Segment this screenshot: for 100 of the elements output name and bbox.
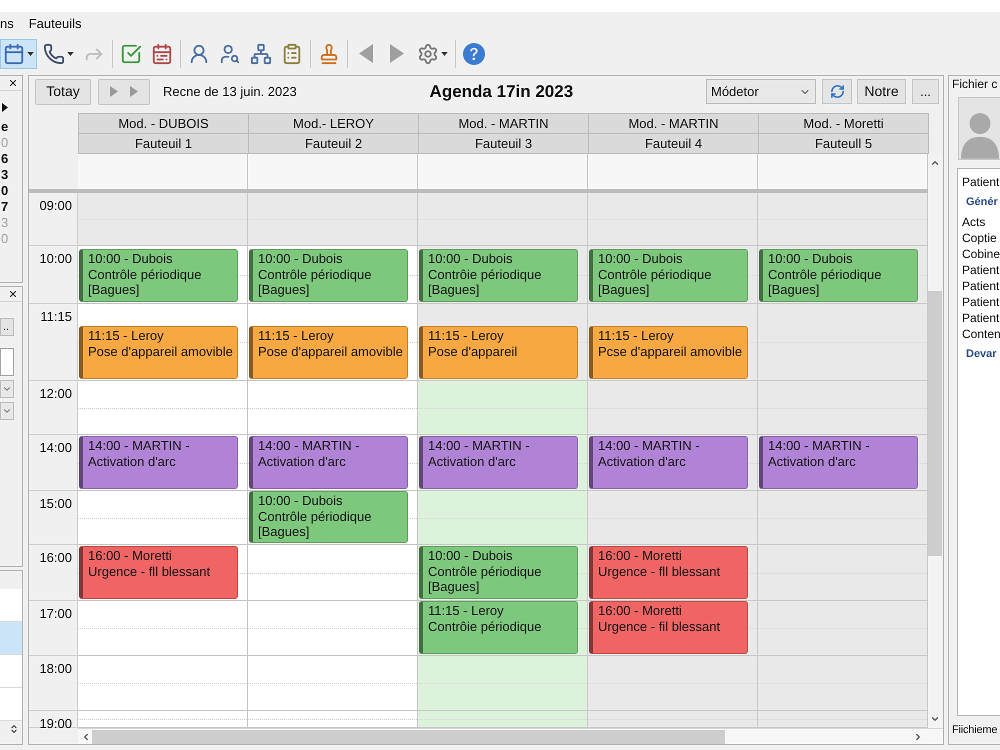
calendar-day[interactable]: 7 [0, 199, 22, 215]
today-button[interactable]: Totay [35, 78, 91, 104]
network-icon [250, 42, 272, 64]
appointment-card[interactable]: 10:00 - Dubois Contrôle périodique [Bagues] [589, 249, 748, 302]
appointment-card[interactable]: 14:00 - MARTIN - Activation d'arc [79, 436, 238, 489]
list-item[interactable]: Coptie [962, 230, 1000, 246]
scroll-left-icon [81, 732, 91, 742]
appointment-card[interactable]: 16:00 - Moretti Urgence - fll blessant [79, 546, 238, 599]
appointment-card[interactable]: 11:15 - Leroy Pose d'appareil [419, 326, 578, 379]
person-search-icon [219, 42, 241, 64]
menu-item[interactable]: Fauteuils [28, 15, 82, 33]
list-item[interactable]: Conten [962, 326, 1000, 342]
panel-title: Fichier c [951, 76, 998, 92]
practitioner-header: Mod. - MARTIN [419, 114, 589, 134]
horizontal-scrollbar[interactable] [78, 728, 943, 744]
note-button[interactable]: Notre [857, 79, 906, 104]
close-button[interactable] [8, 289, 18, 299]
close-icon [8, 289, 18, 299]
list-item[interactable]: Cobine [962, 246, 1000, 262]
left-triangle-icon [359, 44, 373, 63]
practitioner-header: Mod. - MARTIN [589, 114, 759, 134]
appointment-card[interactable]: 10:00 - Dubois Contrôie périodique [Bagues] [419, 249, 578, 302]
navigation-button[interactable] [98, 78, 150, 104]
more-button[interactable]: .. [0, 318, 14, 336]
toolbar-button[interactable] [0, 38, 37, 68]
up-down-arrows-icon[interactable] [9, 722, 19, 736]
appointment-card[interactable]: 10:00 - Dubois Contrôle périodique [Bagues] [759, 249, 918, 302]
list-item[interactable]: Patient [962, 278, 1000, 294]
list-heading[interactable]: Génér [962, 190, 1000, 214]
scroll-up-icon [930, 158, 940, 168]
list-item[interactable]: Patient [962, 174, 1000, 190]
appointment-card[interactable]: 14:00 - MARTIN - Activation d'arc [419, 436, 578, 489]
time-label: 10:00 [39, 251, 72, 266]
right-triangle-icon [2, 102, 8, 112]
caret-icon [67, 52, 74, 56]
appointment-card[interactable]: 10:00 - Dubois Contrôle périodique [Bagues] [79, 249, 238, 302]
view-select[interactable]: Módetor [706, 79, 816, 104]
scrollbar-thumb[interactable] [92, 730, 725, 744]
settings-icon [417, 42, 439, 64]
time-label: 11:15 [40, 309, 72, 324]
stamp-icon [318, 42, 340, 64]
scrollbar-thumb[interactable] [928, 291, 942, 556]
agenda-title: Agenda 17in 2023 [428, 80, 574, 103]
list-item[interactable]: Patient [962, 310, 1000, 326]
practitioner-header: Mod. - DUBOIS [79, 114, 249, 134]
menu-item[interactable]: ns [0, 15, 14, 33]
appointment-card[interactable]: 14:00 - MARTIN - Activation d'arc [759, 436, 918, 489]
calendar-day[interactable]: 0 [0, 183, 22, 199]
time-label: 17:00 [39, 606, 72, 621]
right-triangle-icon [390, 44, 404, 63]
calendar-icon [3, 42, 25, 64]
scroll-down-icon [930, 714, 940, 724]
appointment-card[interactable]: 10:00 - Dubois Contrôle périodique [Bagues] [249, 249, 408, 302]
time-label: 18:00 [39, 661, 72, 676]
right-triangle-icon [110, 86, 118, 97]
appointment-card[interactable]: 11:15 - Leroy Pose d'appareil amovible [79, 326, 238, 379]
appointment-card[interactable]: 16:00 - Moretti Urgence - fil blessant [589, 601, 748, 654]
caret-icon [441, 52, 448, 56]
phone-icon [43, 42, 65, 64]
close-button[interactable] [8, 78, 18, 88]
list-item[interactable]: Acts [962, 214, 1000, 230]
scroll-right-icon [913, 732, 923, 742]
appointment-card[interactable]: 11:15 - Leroy Contrôie périodique [419, 601, 578, 654]
calendar-day[interactable]: 3 [0, 167, 22, 183]
list-item[interactable]: Patient [962, 294, 1000, 310]
practitioner-header: Mod.- LEROY [249, 114, 419, 134]
checkbox-icon [120, 42, 142, 64]
calendar-day[interactable]: 6 [0, 151, 22, 167]
time-label: 16:00 [39, 550, 72, 565]
list-item[interactable]: Patient [962, 262, 1000, 278]
time-label: 15:00 [39, 496, 72, 511]
appointment-card[interactable]: 14:00 - MARTIN - Activation d'arc [589, 436, 748, 489]
appointment-card[interactable]: 16:00 - Moretti Urgence - fll blessant [589, 546, 748, 599]
clipboard-icon [281, 42, 303, 64]
date-range-label: Recne de 13 juin. 2023 [163, 82, 297, 101]
time-label: 09:00 [39, 198, 72, 213]
calendar-grid-icon [151, 42, 173, 64]
practitioner-header: Mod. - Moretti [759, 114, 929, 134]
calendar-day[interactable]: e [0, 119, 22, 135]
time-label: 12:00 [39, 386, 72, 401]
chair-header: Fauteuil 3 [419, 134, 589, 154]
appointment-card[interactable]: 10:00 - Dubois Contrôle périodique [Bagues] [419, 546, 578, 599]
dropdown-field[interactable] [0, 380, 14, 398]
appointment-card[interactable]: 11:15 - Leroy Pose d'appareil amovible [249, 326, 408, 379]
chair-header: Fauteuil 1 [79, 134, 249, 154]
chair-header: Fauteull 5 [759, 134, 929, 154]
list-heading[interactable]: Devar [962, 342, 1000, 366]
time-label: 19:00 [39, 716, 72, 731]
appointment-card[interactable]: 14:00 - MARTIN - Activation d'arc [249, 436, 408, 489]
person-icon [188, 42, 210, 64]
input-field[interactable] [0, 348, 14, 376]
panel-footer: Fiichieme [949, 722, 998, 738]
refresh-button[interactable] [822, 79, 852, 104]
appointment-card[interactable]: 10:00 - Dubois Contrôle périodique [Bagues] [249, 491, 408, 543]
dropdown-field[interactable] [0, 402, 14, 420]
close-icon [8, 78, 18, 88]
appointment-card[interactable]: 11:15 - Leroy Pcse d'appareil amovible [589, 326, 748, 379]
time-label: 14:00 [39, 440, 72, 455]
chair-header: Fauteuil 4 [589, 134, 759, 154]
more-button[interactable]: ... [912, 79, 939, 104]
